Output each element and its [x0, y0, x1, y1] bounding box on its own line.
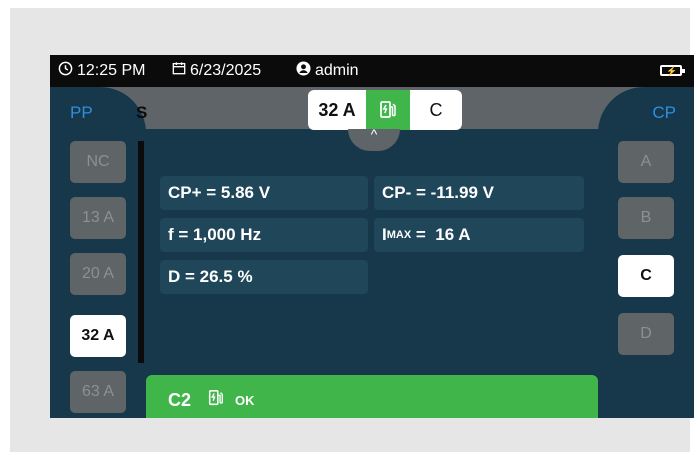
cp-minus-reading: CP- = -11.99 V: [374, 176, 584, 210]
device-screen: 12:25 PM 6/23/2025 admin ⚡ PP S CP 32 A …: [50, 55, 694, 418]
time-text: 12:25 PM: [77, 62, 146, 79]
battery-charging-icon: ⚡: [660, 65, 685, 76]
collapse-toggle[interactable]: ^: [348, 126, 400, 151]
cp-button-a[interactable]: A: [618, 141, 674, 183]
status-text: OK: [235, 392, 255, 408]
cp-button-c[interactable]: C: [618, 255, 674, 297]
pp-button-63a[interactable]: 63 A: [70, 371, 126, 413]
ev-charger-icon: [207, 389, 225, 412]
imax-subscript: MAX: [386, 229, 412, 241]
status-bar: 12:25 PM 6/23/2025 admin ⚡: [50, 55, 694, 87]
pp-button-20a[interactable]: 20 A: [70, 253, 126, 295]
date-text: 6/23/2025: [190, 61, 262, 79]
pp-button-nc[interactable]: NC: [70, 141, 126, 183]
pp-selection-bar: [138, 141, 144, 363]
ev-charger-icon: [366, 90, 410, 130]
user-text: admin: [315, 62, 359, 79]
user-icon: [296, 61, 311, 81]
cp-button-b[interactable]: B: [618, 197, 674, 239]
state-summary-pill[interactable]: 32 A C: [308, 90, 462, 130]
cp-label: CP: [652, 103, 676, 122]
cp-panel: [598, 87, 694, 418]
pp-label: PP: [70, 103, 93, 122]
duty-cycle-reading: D = 26.5 %: [160, 260, 368, 294]
header-fragment: S: [136, 103, 148, 122]
status-banner: C2 OK: [146, 375, 598, 418]
date-display: 6/23/2025: [172, 61, 261, 80]
frequency-reading: f = 1,000 Hz: [160, 218, 368, 252]
chevron-up-icon: ^: [370, 126, 378, 142]
imax-value: = 16 A: [411, 225, 471, 244]
imax-reading: I MAX = 16 A: [374, 218, 584, 252]
cp-plus-reading: CP+ = 5.86 V: [160, 176, 368, 210]
pp-button-13a[interactable]: 13 A: [70, 197, 126, 239]
current-rating: 32 A: [308, 90, 366, 130]
calendar-icon: [172, 61, 186, 80]
time-display: 12:25 PM: [58, 61, 145, 81]
pp-button-32a[interactable]: 32 A: [70, 315, 126, 357]
cp-button-d[interactable]: D: [618, 313, 674, 355]
user-display: admin: [296, 61, 359, 81]
cp-state: C: [410, 90, 462, 130]
status-code: C2: [168, 389, 192, 410]
clock-icon: [58, 61, 73, 81]
